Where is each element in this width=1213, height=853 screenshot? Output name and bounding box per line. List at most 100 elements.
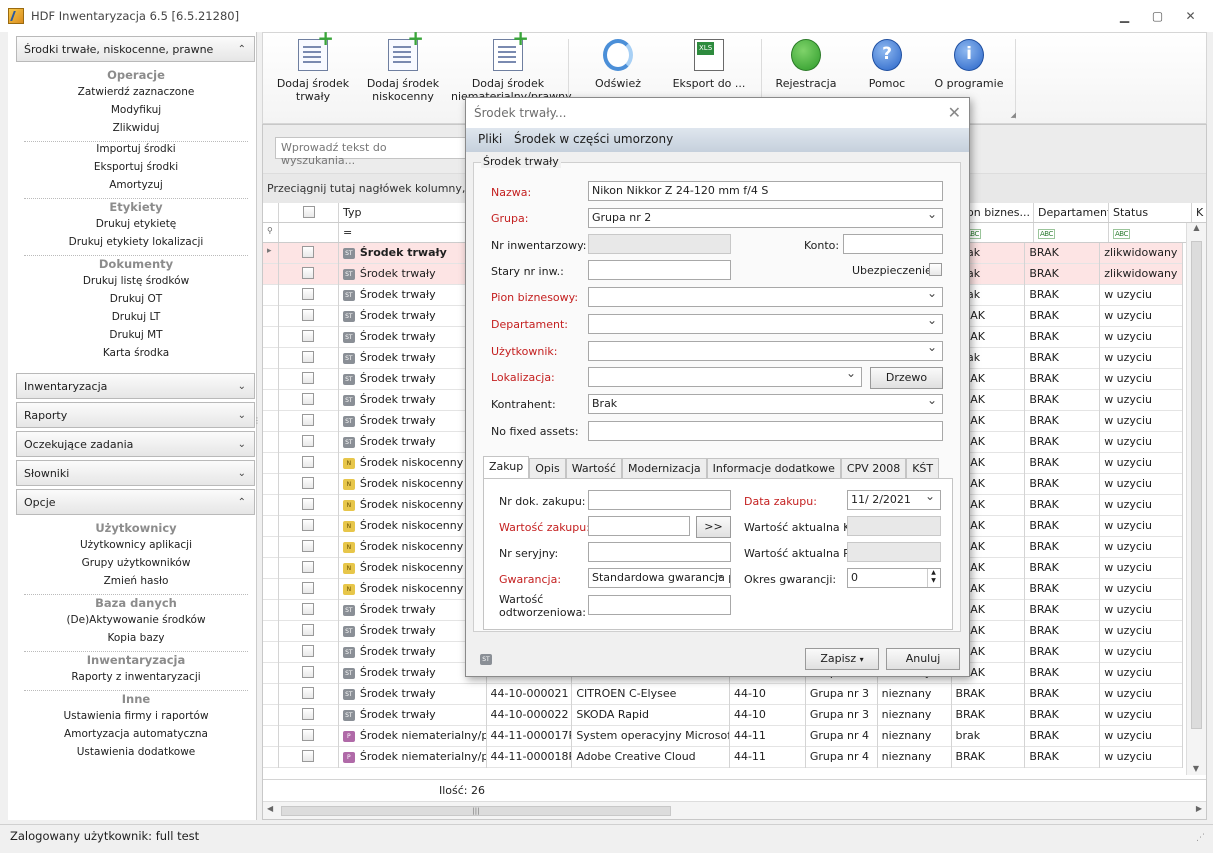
tab-modernizacja[interactable]: Modernizacja bbox=[621, 458, 707, 478]
select-cell[interactable] bbox=[279, 726, 339, 747]
select-cell[interactable] bbox=[279, 348, 339, 369]
ubezpieczenie-checkbox[interactable] bbox=[929, 263, 942, 276]
nav-item[interactable]: Użytkownicy aplikacji bbox=[24, 539, 248, 551]
refresh-button[interactable]: Odśwież bbox=[586, 39, 650, 90]
dialog-close-icon[interactable]: ✕ bbox=[948, 103, 961, 122]
nav-item[interactable]: Grupy użytkowników bbox=[24, 557, 248, 569]
nav-item[interactable]: Drukuj etykiety lokalizacji bbox=[24, 236, 248, 248]
nav-item[interactable]: Importuj środki bbox=[24, 143, 248, 155]
row-checkbox[interactable] bbox=[302, 372, 315, 384]
nav-item[interactable]: Eksportuj środki bbox=[24, 161, 248, 173]
row-checkbox[interactable] bbox=[302, 582, 315, 594]
menu-pliki[interactable]: Pliki bbox=[478, 132, 502, 146]
horizontal-scroll-thumb[interactable]: ||| bbox=[281, 806, 671, 816]
select-cell[interactable] bbox=[279, 243, 339, 264]
departament-select[interactable] bbox=[588, 314, 943, 334]
nazwa-input[interactable]: Nikon Nikkor Z 24-120 mm f/4 S bbox=[588, 181, 943, 201]
filter-pion[interactable]: ABC bbox=[960, 223, 1034, 242]
panel-inwentaryzacja[interactable]: Inwentaryzacja ⌄ bbox=[16, 373, 255, 399]
pion-select[interactable] bbox=[588, 287, 943, 307]
expand-arrows-button[interactable]: >> bbox=[696, 516, 731, 538]
table-row[interactable]: ST Środek trwały 44-10-000021 CITROEN C-Ely… bbox=[263, 684, 1183, 705]
dropdown-arrow-icon[interactable]: ▾ bbox=[860, 655, 864, 664]
resize-grip-icon[interactable]: ⋰ bbox=[1196, 833, 1205, 843]
nr-seryjny-input[interactable] bbox=[588, 542, 731, 562]
spinner-arrows-icon[interactable]: ▲ ▼ bbox=[927, 569, 939, 587]
row-checkbox[interactable] bbox=[302, 435, 315, 447]
uzytkownik-select[interactable] bbox=[588, 341, 943, 361]
row-checkbox[interactable] bbox=[302, 477, 315, 489]
nav-item[interactable]: Amortyzacja automatyczna bbox=[24, 728, 248, 740]
filter-departament[interactable]: ABC bbox=[1034, 223, 1109, 242]
save-button[interactable]: Zapisz ▾ bbox=[805, 648, 879, 670]
column-header-departament[interactable]: Departament bbox=[1034, 203, 1109, 222]
kontrahent-select[interactable]: Brak bbox=[588, 394, 943, 414]
select-cell[interactable] bbox=[279, 558, 339, 579]
select-cell[interactable] bbox=[279, 390, 339, 411]
table-row[interactable]: ST Środek trwały 44-10-000022 SKODA Rapid 44… bbox=[263, 705, 1183, 726]
tab-opis[interactable]: Opis bbox=[529, 458, 566, 478]
nav-item[interactable]: Karta środka bbox=[24, 347, 248, 359]
drzewo-button[interactable]: Drzewo bbox=[870, 367, 943, 389]
row-checkbox[interactable] bbox=[302, 540, 315, 552]
row-checkbox[interactable] bbox=[302, 729, 315, 741]
select-cell[interactable] bbox=[279, 537, 339, 558]
gwarancja-select[interactable]: Standardowa gwarancja p bbox=[588, 568, 731, 588]
nav-item[interactable]: Amortyzuj bbox=[24, 179, 248, 191]
scroll-right-icon[interactable]: ▶ bbox=[1196, 804, 1202, 813]
wartosc-zakupu-input[interactable] bbox=[588, 516, 690, 536]
nav-item[interactable]: Ustawienia dodatkowe bbox=[24, 746, 248, 758]
nav-item[interactable]: Zlikwiduj bbox=[24, 122, 248, 134]
select-all-checkbox[interactable] bbox=[302, 206, 315, 218]
grupa-select[interactable]: Grupa nr 2 bbox=[588, 208, 943, 228]
panel-opcje[interactable]: Opcje ⌃ bbox=[16, 489, 255, 515]
select-cell[interactable] bbox=[279, 264, 339, 285]
select-cell[interactable] bbox=[279, 306, 339, 327]
row-checkbox[interactable] bbox=[302, 246, 315, 258]
select-cell[interactable] bbox=[279, 663, 339, 684]
nav-item[interactable]: Kopia bazy bbox=[24, 632, 248, 644]
row-checkbox[interactable] bbox=[302, 750, 315, 762]
column-header-pion[interactable]: ion biznes... bbox=[960, 203, 1034, 222]
row-checkbox[interactable] bbox=[302, 498, 315, 510]
row-checkbox[interactable] bbox=[302, 666, 315, 678]
column-header-k[interactable]: K bbox=[1192, 203, 1206, 222]
nav-item[interactable]: Zatwierdź zaznaczone bbox=[24, 86, 248, 98]
select-cell[interactable] bbox=[279, 705, 339, 726]
select-cell[interactable] bbox=[279, 474, 339, 495]
vertical-scroll-thumb[interactable] bbox=[1191, 241, 1202, 729]
filter-status[interactable]: ABC bbox=[1109, 223, 1192, 242]
help-button[interactable]: ? Pomoc bbox=[859, 39, 915, 90]
row-checkbox[interactable] bbox=[302, 393, 315, 405]
group-launcher-icon[interactable]: ◢ bbox=[1011, 111, 1016, 119]
row-checkbox[interactable] bbox=[302, 330, 315, 342]
no-fixed-assets-input[interactable] bbox=[588, 421, 943, 441]
nav-item[interactable]: Modyfikuj bbox=[24, 104, 248, 116]
tab-informacje[interactable]: Informacje dodatkowe bbox=[706, 458, 841, 478]
about-button[interactable]: i O programie bbox=[931, 39, 1007, 90]
horizontal-scrollbar[interactable]: ◀ ||| ▶ bbox=[263, 801, 1206, 819]
nav-item[interactable]: Ustawienia firmy i raportów bbox=[24, 710, 248, 722]
minimize-button[interactable]: ▁ bbox=[1108, 4, 1141, 28]
nav-item[interactable]: Drukuj listę środków bbox=[24, 275, 248, 287]
row-checkbox[interactable] bbox=[302, 267, 315, 279]
data-zakupu-picker[interactable]: 11/ 2/2021 bbox=[847, 490, 941, 510]
row-checkbox[interactable] bbox=[302, 603, 315, 615]
tab-kst[interactable]: KŚT bbox=[906, 458, 940, 478]
add-intangible-asset-button[interactable]: Dodaj środek niematerialny/prawny bbox=[451, 32, 572, 103]
nr-dok-input[interactable] bbox=[588, 490, 731, 510]
select-cell[interactable] bbox=[279, 495, 339, 516]
registration-button[interactable]: Rejestracja bbox=[773, 39, 839, 90]
select-cell[interactable] bbox=[279, 579, 339, 600]
select-cell[interactable] bbox=[279, 432, 339, 453]
okres-gwarancji-spinner[interactable]: 0 ▲ ▼ bbox=[847, 568, 941, 588]
row-checkbox[interactable] bbox=[302, 708, 315, 720]
row-checkbox[interactable] bbox=[302, 645, 315, 657]
row-checkbox[interactable] bbox=[302, 624, 315, 636]
row-checkbox[interactable] bbox=[302, 309, 315, 321]
row-checkbox[interactable] bbox=[302, 414, 315, 426]
cancel-button[interactable]: Anuluj bbox=[886, 648, 960, 670]
panel-slowniki[interactable]: Słowniki ⌄ bbox=[16, 460, 255, 486]
select-cell[interactable] bbox=[279, 516, 339, 537]
nav-item[interactable]: Drukuj LT bbox=[24, 311, 248, 323]
